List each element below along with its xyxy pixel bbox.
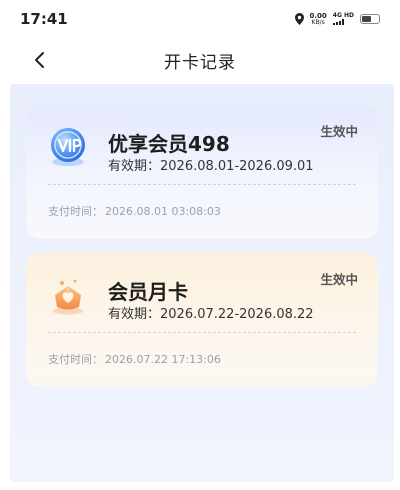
divider: [48, 184, 356, 185]
chevron-left-icon[interactable]: [30, 50, 50, 70]
status-icons: 0.00 KB/s 4G HD: [294, 12, 380, 26]
page-title: 开卡记录: [164, 52, 236, 73]
location-icon: [294, 13, 304, 25]
status-badge: 生效中: [320, 272, 358, 287]
record-validity: 有效期：2026.08.01-2026.09.01: [108, 155, 314, 174]
divider: [48, 332, 356, 333]
heart-gift-icon: [46, 273, 90, 317]
status-badge: 生效中: [320, 124, 358, 139]
signal-icon: 4G HD: [332, 13, 354, 25]
record-card[interactable]: 会员月卡 有效期：2026.07.22-2026.08.22 生效中 支付时间：…: [26, 253, 378, 387]
network-speed: 0.00 KB/s: [310, 12, 327, 26]
validity-label: 有效期：: [108, 159, 161, 174]
vip-badge-icon: [46, 125, 90, 169]
paytime-value: 2026.08.01 03:08:03: [105, 205, 221, 218]
battery-icon: [360, 14, 380, 24]
validity-range: 2026.07.22-2026.08.22: [160, 307, 314, 322]
record-paytime: 支付时间： 2026.07.22 17:13:06: [48, 351, 221, 367]
record-validity: 有效期：2026.07.22-2026.08.22: [108, 303, 314, 322]
record-name: 会员月卡: [108, 280, 188, 304]
validity-label: 有效期：: [108, 307, 161, 322]
record-card[interactable]: 优享会员498 有效期：2026.08.01-2026.09.01 生效中 支付…: [26, 105, 378, 239]
record-name: 优享会员498: [108, 132, 230, 156]
paytime-label: 支付时间：: [48, 205, 103, 218]
nav-bar: 开卡记录: [0, 38, 400, 82]
paytime-value: 2026.07.22 17:13:06: [105, 353, 221, 366]
status-bar: 17:41 0.00 KB/s 4G HD: [0, 0, 400, 38]
status-time: 17:41: [20, 10, 68, 28]
network-speed-unit: KB/s: [311, 18, 325, 26]
validity-range: 2026.08.01-2026.09.01: [160, 159, 314, 174]
records-list: 优享会员498 有效期：2026.08.01-2026.09.01 生效中 支付…: [10, 84, 394, 482]
record-paytime: 支付时间： 2026.08.01 03:08:03: [48, 203, 221, 219]
paytime-label: 支付时间：: [48, 353, 103, 366]
